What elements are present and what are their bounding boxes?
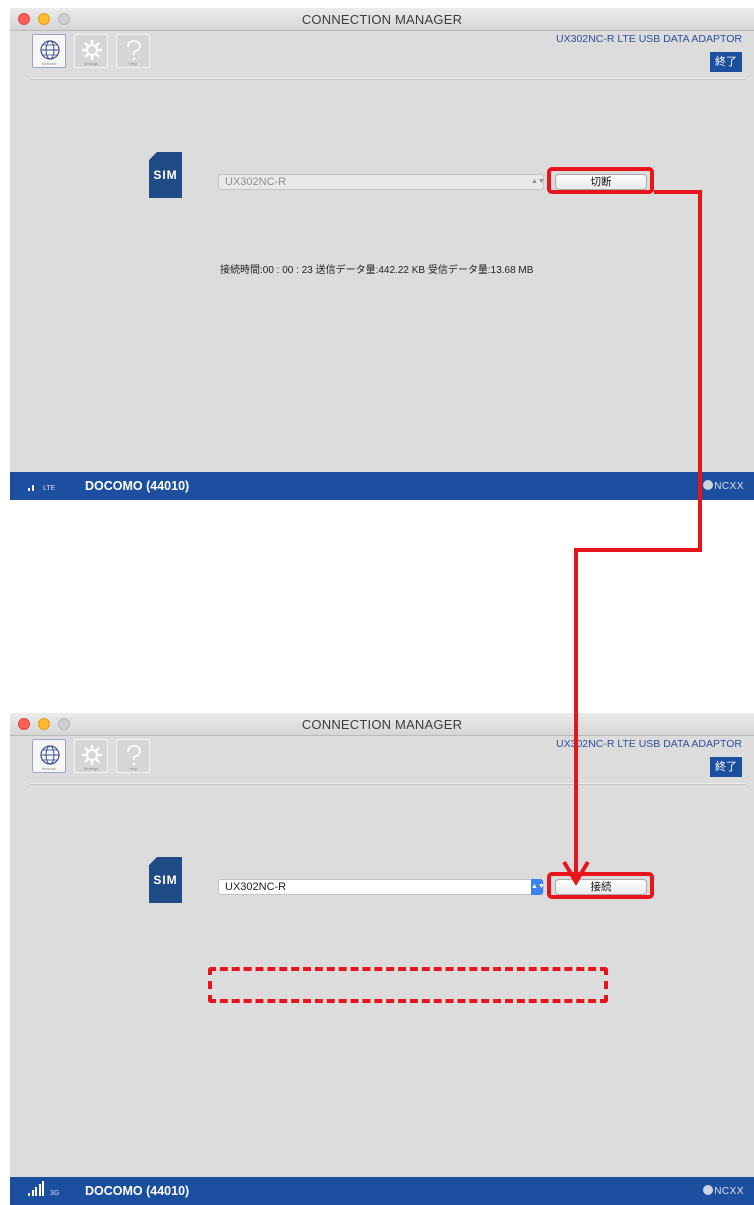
question-mark-icon — [127, 40, 141, 61]
gear-icon — [82, 745, 102, 765]
brand-logo-icon — [703, 1185, 714, 1195]
sim-card-icon: SIM — [149, 857, 182, 903]
exit-button[interactable]: 終了 — [710, 757, 742, 777]
globe-icon — [40, 40, 60, 60]
device-select-value: UX302NC-R — [225, 881, 287, 893]
device-select[interactable]: UX302NC-R ▲▼ — [218, 879, 545, 895]
highlight-box-connect — [547, 872, 654, 899]
signal-strength-icon — [28, 1178, 46, 1196]
carrier-name: DOCOMO (44010) — [85, 1184, 190, 1198]
chevron-updown-icon: ▲▼ — [531, 879, 545, 895]
connection-manager-window-disconnected: CONNECTION MANAGER Network Settings Help… — [10, 713, 754, 1205]
highlight-box-disconnect — [547, 167, 654, 194]
device-select-value: UX302NC-R — [225, 176, 287, 188]
help-tab-button[interactable]: Help — [116, 739, 150, 773]
settings-tab-caption: Settings — [83, 61, 99, 66]
gear-icon — [82, 40, 102, 60]
network-type-label: LTE — [43, 485, 56, 492]
highlight-box-stats-area — [208, 967, 608, 1003]
status-bar: LTE DOCOMO (44010) NCXX — [10, 472, 754, 500]
product-name: UX302NC-R LTE USB DATA ADAPTOR — [556, 738, 742, 750]
network-tab-caption: Network — [41, 61, 57, 66]
network-tab-button[interactable]: Network — [32, 739, 66, 773]
title-bar: CONNECTION MANAGER — [10, 8, 754, 31]
settings-tab-caption: Settings — [83, 766, 99, 771]
network-tab-caption: Network — [41, 766, 57, 771]
settings-tab-button[interactable]: Settings — [74, 739, 108, 773]
connection-stats: 接続時間:00 : 00 : 23 送信データ量:442.22 KB 受信データ… — [220, 265, 534, 276]
exit-button[interactable]: 終了 — [710, 52, 742, 72]
signal-strength-icon — [28, 473, 35, 491]
header-divider — [30, 78, 746, 80]
brand-logo: NCXX — [703, 1185, 744, 1197]
sim-card-icon: SIM — [149, 152, 182, 198]
window-title: CONNECTION MANAGER — [301, 12, 463, 27]
brand-name: NCXX — [714, 481, 744, 492]
question-mark-icon — [127, 745, 141, 766]
header-divider — [30, 783, 746, 785]
chevron-updown-icon: ▲▼ — [531, 178, 545, 185]
globe-icon — [40, 745, 60, 765]
network-tab-button[interactable]: Network — [32, 34, 66, 68]
status-bar: 3G DOCOMO (44010) NCXX — [10, 1177, 754, 1205]
window-title: CONNECTION MANAGER — [301, 717, 463, 732]
help-tab-caption: Help — [128, 61, 138, 66]
help-tab-button[interactable]: Help — [116, 34, 150, 68]
settings-tab-button[interactable]: Settings — [74, 34, 108, 68]
brand-logo-icon — [703, 480, 714, 490]
product-name: UX302NC-R LTE USB DATA ADAPTOR — [556, 33, 742, 45]
brand-logo: NCXX — [703, 480, 744, 492]
network-type-label: 3G — [50, 1190, 60, 1197]
device-select[interactable]: UX302NC-R ▲▼ — [218, 174, 545, 190]
carrier-name: DOCOMO (44010) — [85, 479, 190, 493]
brand-name: NCXX — [714, 1186, 744, 1197]
connection-manager-window-connected: CONNECTION MANAGER Network Settings Help… — [10, 8, 754, 500]
help-tab-caption: Help — [128, 766, 138, 771]
title-bar: CONNECTION MANAGER — [10, 713, 754, 736]
